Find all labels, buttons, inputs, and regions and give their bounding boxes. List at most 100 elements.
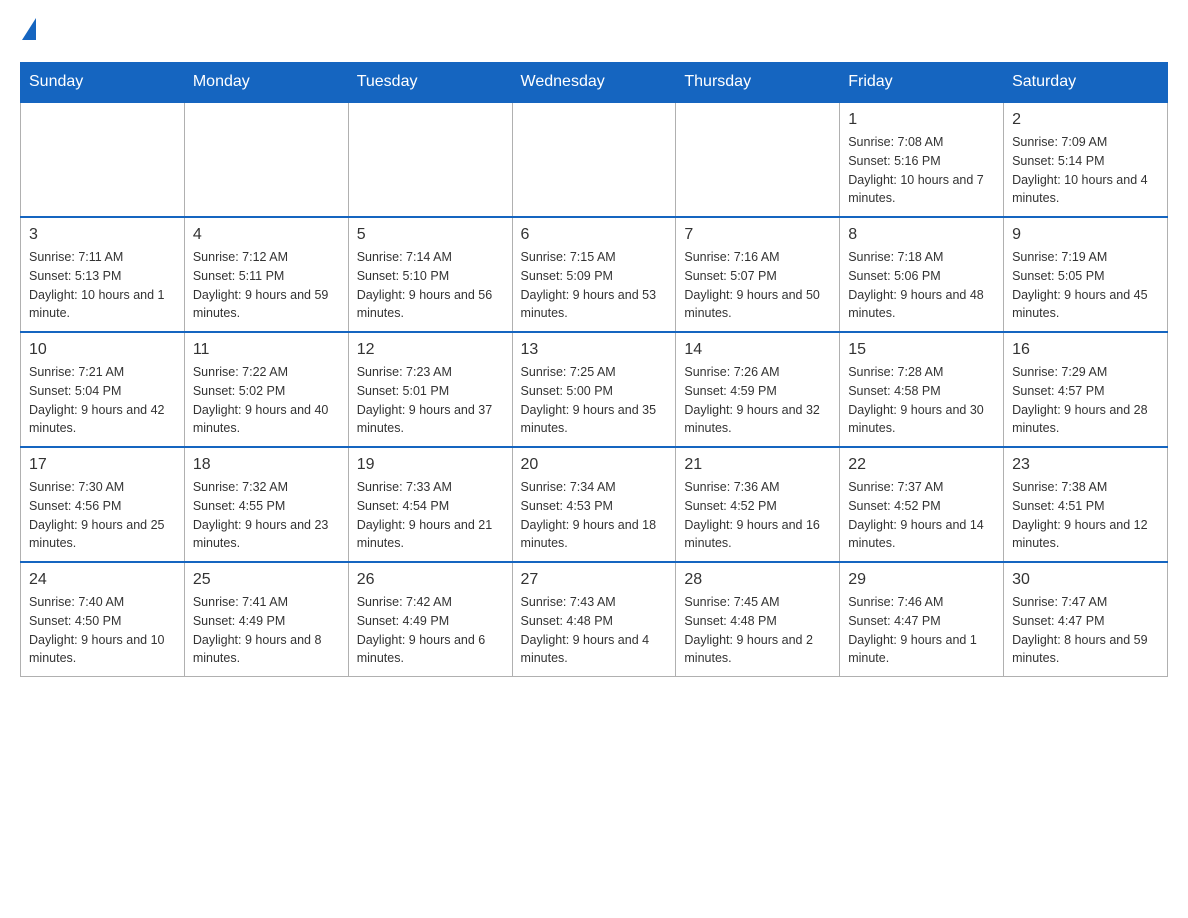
day-info: Sunrise: 7:29 AM Sunset: 4:57 PM Dayligh… <box>1012 363 1159 438</box>
calendar-cell <box>21 102 185 217</box>
day-number: 8 <box>848 226 995 244</box>
day-number: 2 <box>1012 111 1159 129</box>
calendar-cell: 18 Sunrise: 7:32 AM Sunset: 4:55 PM Dayli… <box>184 447 348 562</box>
day-number: 3 <box>29 226 176 244</box>
day-info: Sunrise: 7:15 AM Sunset: 5:09 PM Dayligh… <box>521 248 668 323</box>
day-number: 23 <box>1012 456 1159 474</box>
day-number: 14 <box>684 341 831 359</box>
day-info: Sunrise: 7:41 AM Sunset: 4:49 PM Dayligh… <box>193 593 340 668</box>
calendar-cell: 23 Sunrise: 7:38 AM Sunset: 4:51 PM Dayli… <box>1004 447 1168 562</box>
day-info: Sunrise: 7:11 AM Sunset: 5:13 PM Dayligh… <box>29 248 176 323</box>
day-info: Sunrise: 7:18 AM Sunset: 5:06 PM Dayligh… <box>848 248 995 323</box>
day-number: 27 <box>521 571 668 589</box>
logo <box>20 20 36 42</box>
week-row-4: 17Sunrise: 7:30 AM Sunset: 4:56 PM Dayli… <box>21 447 1168 562</box>
calendar-cell: 17Sunrise: 7:30 AM Sunset: 4:56 PM Dayli… <box>21 447 185 562</box>
calendar-cell: 26 Sunrise: 7:42 AM Sunset: 4:49 PM Dayli… <box>348 562 512 677</box>
day-number: 17 <box>29 456 176 474</box>
day-number: 20 <box>521 456 668 474</box>
day-info: Sunrise: 7:08 AM Sunset: 5:16 PM Dayligh… <box>848 133 995 208</box>
calendar-cell: 9 Sunrise: 7:19 AM Sunset: 5:05 PM Daylig… <box>1004 217 1168 332</box>
day-info: Sunrise: 7:32 AM Sunset: 4:55 PM Dayligh… <box>193 478 340 553</box>
day-info: Sunrise: 7:38 AM Sunset: 4:51 PM Dayligh… <box>1012 478 1159 553</box>
calendar-cell: 12 Sunrise: 7:23 AM Sunset: 5:01 PM Dayli… <box>348 332 512 447</box>
calendar-cell: 8 Sunrise: 7:18 AM Sunset: 5:06 PM Daylig… <box>840 217 1004 332</box>
calendar-cell: 15Sunrise: 7:28 AM Sunset: 4:58 PM Dayli… <box>840 332 1004 447</box>
logo-triangle-icon <box>22 18 36 40</box>
calendar-cell: 20 Sunrise: 7:34 AM Sunset: 4:53 PM Dayli… <box>512 447 676 562</box>
day-number: 4 <box>193 226 340 244</box>
week-row-5: 24Sunrise: 7:40 AM Sunset: 4:50 PM Dayli… <box>21 562 1168 677</box>
day-info: Sunrise: 7:14 AM Sunset: 5:10 PM Dayligh… <box>357 248 504 323</box>
day-number: 10 <box>29 341 176 359</box>
calendar-cell: 6 Sunrise: 7:15 AM Sunset: 5:09 PM Daylig… <box>512 217 676 332</box>
calendar-cell: 24Sunrise: 7:40 AM Sunset: 4:50 PM Dayli… <box>21 562 185 677</box>
day-info: Sunrise: 7:25 AM Sunset: 5:00 PM Dayligh… <box>521 363 668 438</box>
day-info: Sunrise: 7:22 AM Sunset: 5:02 PM Dayligh… <box>193 363 340 438</box>
calendar-header-row: SundayMondayTuesdayWednesdayThursdayFrid… <box>21 63 1168 103</box>
day-info: Sunrise: 7:46 AM Sunset: 4:47 PM Dayligh… <box>848 593 995 668</box>
day-info: Sunrise: 7:47 AM Sunset: 4:47 PM Dayligh… <box>1012 593 1159 668</box>
day-info: Sunrise: 7:19 AM Sunset: 5:05 PM Dayligh… <box>1012 248 1159 323</box>
day-number: 28 <box>684 571 831 589</box>
calendar-cell: 16 Sunrise: 7:29 AM Sunset: 4:57 PM Dayli… <box>1004 332 1168 447</box>
column-header-thursday: Thursday <box>676 63 840 103</box>
day-number: 26 <box>357 571 504 589</box>
day-info: Sunrise: 7:37 AM Sunset: 4:52 PM Dayligh… <box>848 478 995 553</box>
calendar-cell <box>512 102 676 217</box>
calendar-cell: 5 Sunrise: 7:14 AM Sunset: 5:10 PM Daylig… <box>348 217 512 332</box>
column-header-friday: Friday <box>840 63 1004 103</box>
calendar-cell: 11 Sunrise: 7:22 AM Sunset: 5:02 PM Dayli… <box>184 332 348 447</box>
calendar-cell: 25 Sunrise: 7:41 AM Sunset: 4:49 PM Dayli… <box>184 562 348 677</box>
day-info: Sunrise: 7:34 AM Sunset: 4:53 PM Dayligh… <box>521 478 668 553</box>
day-info: Sunrise: 7:09 AM Sunset: 5:14 PM Dayligh… <box>1012 133 1159 208</box>
day-number: 24 <box>29 571 176 589</box>
logo-blue-text <box>20 20 36 42</box>
day-number: 6 <box>521 226 668 244</box>
column-header-saturday: Saturday <box>1004 63 1168 103</box>
day-number: 16 <box>1012 341 1159 359</box>
page-header <box>20 20 1168 42</box>
column-header-monday: Monday <box>184 63 348 103</box>
day-info: Sunrise: 7:43 AM Sunset: 4:48 PM Dayligh… <box>521 593 668 668</box>
calendar-cell: 14 Sunrise: 7:26 AM Sunset: 4:59 PM Dayli… <box>676 332 840 447</box>
calendar-cell: 10Sunrise: 7:21 AM Sunset: 5:04 PM Dayli… <box>21 332 185 447</box>
week-row-3: 10Sunrise: 7:21 AM Sunset: 5:04 PM Dayli… <box>21 332 1168 447</box>
calendar-cell: 28 Sunrise: 7:45 AM Sunset: 4:48 PM Dayli… <box>676 562 840 677</box>
calendar-cell: 29 Sunrise: 7:46 AM Sunset: 4:47 PM Dayli… <box>840 562 1004 677</box>
day-number: 25 <box>193 571 340 589</box>
day-info: Sunrise: 7:16 AM Sunset: 5:07 PM Dayligh… <box>684 248 831 323</box>
day-info: Sunrise: 7:26 AM Sunset: 4:59 PM Dayligh… <box>684 363 831 438</box>
calendar-cell: 27 Sunrise: 7:43 AM Sunset: 4:48 PM Dayli… <box>512 562 676 677</box>
calendar-cell: 21 Sunrise: 7:36 AM Sunset: 4:52 PM Dayli… <box>676 447 840 562</box>
day-number: 19 <box>357 456 504 474</box>
day-number: 18 <box>193 456 340 474</box>
calendar-cell <box>348 102 512 217</box>
day-info: Sunrise: 7:45 AM Sunset: 4:48 PM Dayligh… <box>684 593 831 668</box>
calendar-cell: 30Sunrise: 7:47 AM Sunset: 4:47 PM Dayli… <box>1004 562 1168 677</box>
day-info: Sunrise: 7:33 AM Sunset: 4:54 PM Dayligh… <box>357 478 504 553</box>
day-info: Sunrise: 7:28 AM Sunset: 4:58 PM Dayligh… <box>848 363 995 438</box>
day-info: Sunrise: 7:36 AM Sunset: 4:52 PM Dayligh… <box>684 478 831 553</box>
calendar-cell: 4Sunrise: 7:12 AM Sunset: 5:11 PM Daylig… <box>184 217 348 332</box>
day-number: 29 <box>848 571 995 589</box>
calendar-cell <box>676 102 840 217</box>
calendar-cell: 19 Sunrise: 7:33 AM Sunset: 4:54 PM Dayli… <box>348 447 512 562</box>
day-number: 12 <box>357 341 504 359</box>
calendar-cell <box>184 102 348 217</box>
day-number: 21 <box>684 456 831 474</box>
day-number: 7 <box>684 226 831 244</box>
calendar-table: SundayMondayTuesdayWednesdayThursdayFrid… <box>20 62 1168 677</box>
day-number: 9 <box>1012 226 1159 244</box>
day-info: Sunrise: 7:42 AM Sunset: 4:49 PM Dayligh… <box>357 593 504 668</box>
day-info: Sunrise: 7:23 AM Sunset: 5:01 PM Dayligh… <box>357 363 504 438</box>
day-number: 22 <box>848 456 995 474</box>
calendar-cell: 3 Sunrise: 7:11 AM Sunset: 5:13 PM Daylig… <box>21 217 185 332</box>
day-number: 5 <box>357 226 504 244</box>
calendar-cell: 7 Sunrise: 7:16 AM Sunset: 5:07 PM Daylig… <box>676 217 840 332</box>
calendar-cell: 13Sunrise: 7:25 AM Sunset: 5:00 PM Dayli… <box>512 332 676 447</box>
week-row-1: 1Sunrise: 7:08 AM Sunset: 5:16 PM Daylig… <box>21 102 1168 217</box>
calendar-cell: 1Sunrise: 7:08 AM Sunset: 5:16 PM Daylig… <box>840 102 1004 217</box>
week-row-2: 3 Sunrise: 7:11 AM Sunset: 5:13 PM Daylig… <box>21 217 1168 332</box>
day-number: 11 <box>193 341 340 359</box>
